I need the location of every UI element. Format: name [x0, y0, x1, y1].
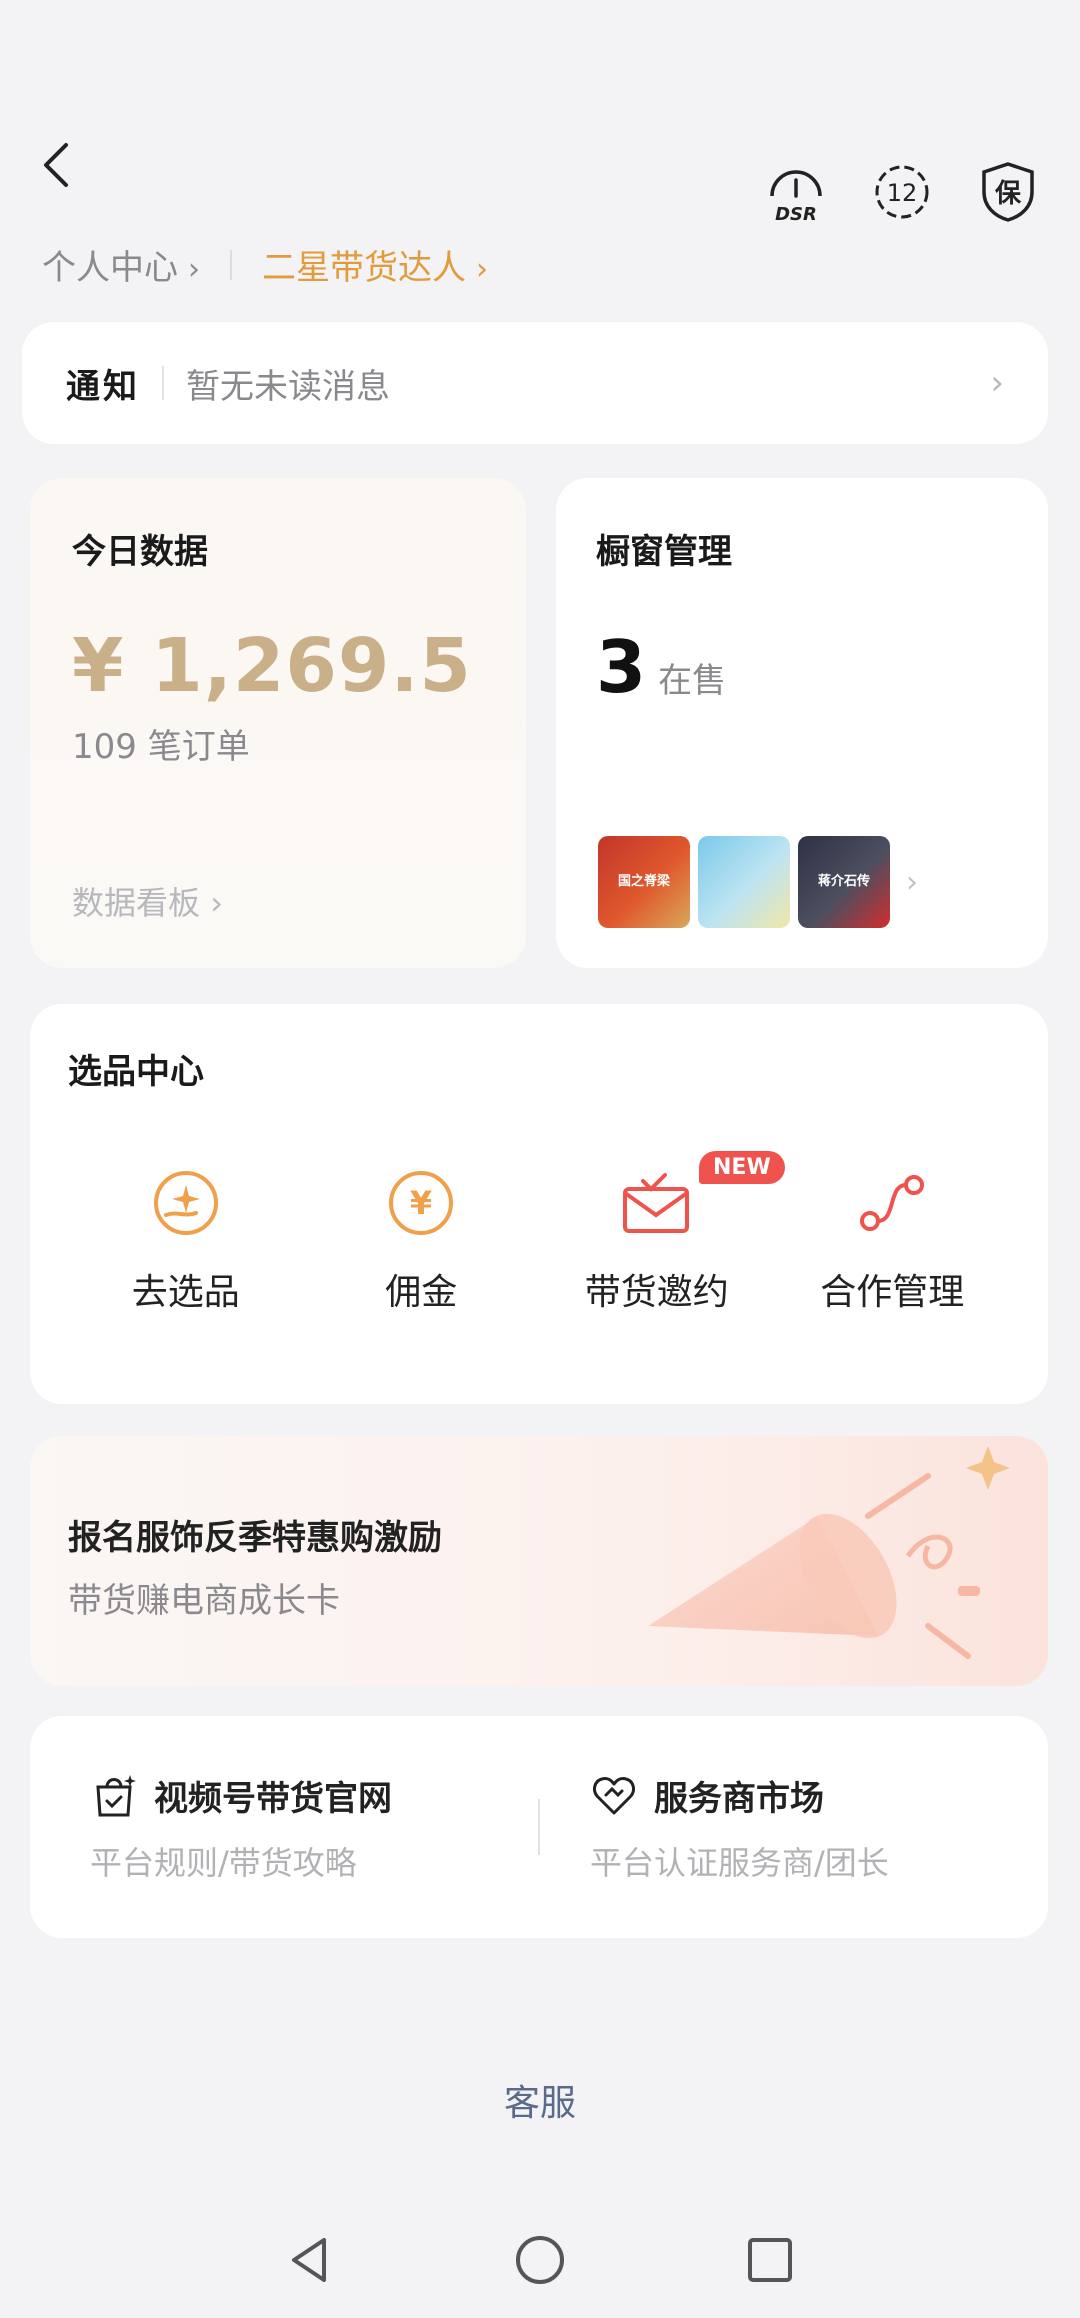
- dsr-button[interactable]: DSR: [764, 160, 828, 224]
- cooperation-management-label: 合作管理: [820, 1272, 965, 1313]
- on-sale-count: 3: [596, 625, 647, 709]
- product-thumbnail[interactable]: 国之脊梁: [598, 836, 690, 928]
- official-site-subtitle: 平台规则/带货攻略: [90, 1843, 357, 1882]
- heart-handshake-icon: [593, 1777, 635, 1815]
- square-recents-icon: [748, 2238, 792, 2282]
- customer-service-label: 客服: [503, 2083, 576, 2124]
- notice-text: 暂无未读消息: [186, 366, 390, 407]
- chevron-right-icon: ›: [210, 884, 223, 922]
- promo-banner[interactable]: 报名服饰反季特惠购激励 带货赚电商成长卡: [30, 1436, 1048, 1686]
- back-arrow-icon: [44, 143, 68, 187]
- nav-home-button[interactable]: [500, 2220, 580, 2300]
- megaphone-icon: [648, 1446, 1010, 1659]
- chevron-right-icon: ›: [476, 252, 488, 287]
- back-button[interactable]: [28, 135, 88, 195]
- service-market-subtitle: 平台认证服务商/团长: [590, 1843, 889, 1882]
- select-product-icon: [146, 1163, 226, 1243]
- selection-center-items: 去选品 ¥ 佣金 NEW 带货邀约 合作管理: [68, 1151, 1011, 1315]
- selection-center-card: 选品中心 去选品 ¥ 佣金 NEW 带货邀约 合作管理: [30, 1004, 1048, 1404]
- window-count-row: 3 在售: [596, 625, 1008, 709]
- shield-icon: 保: [982, 162, 1034, 222]
- official-site-link[interactable]: 视频号带货官网 平台规则/带货攻略: [90, 1771, 488, 1884]
- data-dashboard-link[interactable]: 数据看板 ›: [72, 878, 223, 924]
- window-management-title: 橱窗管理: [596, 532, 732, 572]
- top-icons: DSR 12 保: [764, 160, 1040, 224]
- service-market-link[interactable]: 服务商市场 平台认证服务商/团长: [590, 1771, 988, 1884]
- today-data-card[interactable]: 今日数据 ¥ 1,269.5 109 笔订单 数据看板 ›: [30, 478, 526, 968]
- product-thumbnail[interactable]: [698, 836, 790, 928]
- select-product-label: 去选品: [131, 1272, 240, 1313]
- nav-back-button[interactable]: [270, 2220, 350, 2300]
- circle-home-icon: [516, 2236, 564, 2284]
- data-dashboard-label: 数据看板: [72, 884, 201, 922]
- selection-center-title: 选品中心: [68, 1052, 204, 1092]
- thumbnail-caption: 国之脊梁: [617, 873, 670, 889]
- commission-button[interactable]: ¥ 佣金: [304, 1163, 540, 1315]
- product-thumbnails: 国之脊梁 蒋介石传 ›: [598, 836, 918, 928]
- cooperation-management-button[interactable]: 合作管理: [775, 1163, 1011, 1315]
- window-management-card[interactable]: 橱窗管理 3 在售 国之脊梁 蒋介石传 ›: [556, 478, 1048, 968]
- new-badge: NEW: [699, 1151, 785, 1184]
- level-badge-icon: 12: [875, 165, 929, 219]
- chevron-right-icon: ›: [188, 252, 200, 287]
- svg-text:¥: ¥: [410, 1184, 432, 1222]
- guarantee-button[interactable]: 保: [976, 160, 1040, 224]
- triangle-back-icon: [292, 2238, 326, 2282]
- links-card: 视频号带货官网 平台规则/带货攻略 服务商市场 平台认证服务商/团长: [30, 1716, 1048, 1938]
- guarantee-label: 保: [994, 179, 1022, 209]
- today-orders: 109 笔订单: [72, 727, 250, 767]
- commission-label: 佣金: [385, 1272, 458, 1313]
- product-thumbnail[interactable]: 蒋介石传: [798, 836, 890, 928]
- system-nav-bar: [0, 2220, 1080, 2300]
- customer-service-link[interactable]: 客服: [0, 2074, 1080, 2126]
- invitation-icon: [617, 1163, 697, 1243]
- today-data-title: 今日数据: [72, 532, 208, 572]
- cooperation-icon: [852, 1163, 932, 1243]
- level-button[interactable]: 12: [870, 160, 934, 224]
- select-product-button[interactable]: 去选品: [68, 1163, 304, 1315]
- nav-recents-button[interactable]: [730, 2220, 810, 2300]
- official-site-title: 视频号带货官网: [154, 1778, 392, 1819]
- dsr-gauge-icon: DSR: [770, 170, 822, 224]
- level-title-link[interactable]: 二星带货达人 ›: [262, 240, 488, 289]
- notice-title: 通知: [66, 366, 140, 407]
- breadcrumb: 个人中心 › 二星带货达人 ›: [42, 240, 488, 289]
- on-sale-label: 在售: [658, 661, 727, 701]
- links-divider: [538, 1799, 540, 1855]
- personal-center-link[interactable]: 个人中心 ›: [42, 240, 200, 289]
- bag-check-icon: [96, 1775, 136, 1817]
- breadcrumb-divider: [230, 249, 232, 280]
- service-market-title: 服务商市场: [654, 1778, 824, 1819]
- invitation-button[interactable]: NEW 带货邀约: [539, 1151, 785, 1315]
- personal-center-label: 个人中心: [42, 248, 178, 288]
- commission-icon: ¥: [381, 1163, 461, 1243]
- level-number: 12: [887, 179, 918, 207]
- notice-divider: [162, 366, 164, 400]
- thumbnail-caption: 蒋介石传: [817, 873, 870, 889]
- dsr-label: DSR: [775, 204, 817, 224]
- notice-card[interactable]: 通知 暂无未读消息 ›: [22, 322, 1048, 444]
- today-amount: ¥ 1,269.5: [72, 623, 472, 709]
- level-title-label: 二星带货达人: [262, 248, 466, 288]
- invitation-label: 带货邀约: [584, 1272, 729, 1313]
- chevron-right-icon: ›: [990, 363, 1004, 403]
- chevron-right-icon: ›: [906, 864, 918, 900]
